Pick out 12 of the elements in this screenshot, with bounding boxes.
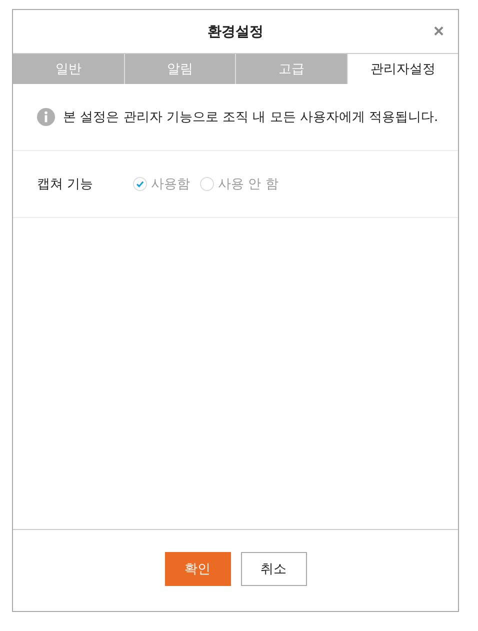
tab[interactable]: 고급 xyxy=(236,54,348,84)
tab[interactable]: 일반 xyxy=(13,54,124,84)
notice-text: 본 설정은 관리자 기능으로 조직 내 모든 사용자에게 적용됩니다. xyxy=(63,109,438,126)
close-button[interactable]: × xyxy=(429,21,448,41)
info-icon xyxy=(37,108,55,126)
radio-option[interactable]: 사용함 xyxy=(133,175,190,193)
confirm-button[interactable]: 확인 xyxy=(164,552,230,586)
tab[interactable]: 알림 xyxy=(124,54,236,84)
dialog-title: 환경설정 xyxy=(208,22,264,40)
radio-option[interactable]: 사용 안 함 xyxy=(200,175,278,193)
setting-label: 캡쳐 기능 xyxy=(37,176,94,193)
cancel-button[interactable]: 취소 xyxy=(240,552,306,586)
